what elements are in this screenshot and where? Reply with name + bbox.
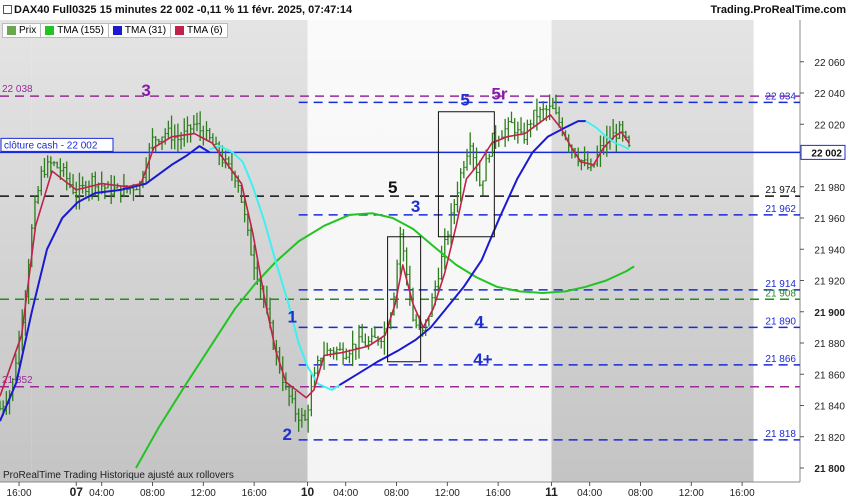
legend-item-tma155[interactable]: TMA (155) <box>41 24 109 37</box>
level-label: 22 038 <box>2 84 33 95</box>
tma155-swatch-icon <box>45 26 55 35</box>
y-tick-label: 21 900 <box>814 308 845 319</box>
x-tick-label: 12:00 <box>435 488 460 499</box>
y-tick-label: 22 060 <box>814 58 845 69</box>
y-tick-label: 21 880 <box>814 339 845 350</box>
x-tick-label: 16:00 <box>7 488 32 499</box>
tma31-swatch-icon <box>112 26 122 35</box>
legend-label: TMA (31) <box>124 25 167 36</box>
legend-label: TMA (6) <box>187 25 223 36</box>
wave-label: 1 <box>288 308 297 327</box>
chart-header-title: DAX40 Full0325 15 minutes 22 002 -0,11 %… <box>14 4 353 16</box>
level-label: clôture cash - 22 002 <box>4 140 98 151</box>
x-tick-label: 10 <box>301 485 315 499</box>
level-label: 21 818 <box>765 429 796 440</box>
level-label: 21 908 <box>765 288 796 299</box>
wave-label: 4+ <box>473 350 492 369</box>
x-tick-label: 08:00 <box>140 488 165 499</box>
wave-label: 5 <box>388 178 397 197</box>
y-tick-label: 21 980 <box>814 183 845 194</box>
y-tick-label: 21 820 <box>814 433 845 444</box>
x-tick-label: 04:00 <box>577 488 602 499</box>
price-swatch-icon <box>7 26 16 35</box>
y-tick-label: 21 840 <box>814 402 845 413</box>
y-tick-label: 21 800 <box>814 464 845 475</box>
chart-background <box>0 20 850 500</box>
x-tick-label: 07 <box>70 485 84 499</box>
legend-label: Prix <box>19 25 37 36</box>
x-tick-label: 16:00 <box>242 488 267 499</box>
x-tick-label: 12:00 <box>191 488 216 499</box>
x-tick-label: 08:00 <box>384 488 409 499</box>
level-label: 21 962 <box>765 204 796 215</box>
wave-label: 2 <box>282 425 291 444</box>
x-tick-label: 08:00 <box>628 488 653 499</box>
price-chart[interactable]: 22 038 22 034 clôture cash - 22 002 21 974 2… <box>0 0 850 500</box>
x-tick-label: 16:00 <box>486 488 511 499</box>
window-menu-icon[interactable] <box>3 5 12 14</box>
wave-label: 5r <box>491 84 507 103</box>
x-tick-label: 16:00 <box>730 488 755 499</box>
x-tick-label: 04:00 <box>89 488 114 499</box>
x-tick-label: 12:00 <box>679 488 704 499</box>
brand-label: Trading.ProRealTime.com <box>710 4 846 16</box>
y-tick-label: 21 860 <box>814 370 845 381</box>
legend-item-prix[interactable]: Prix <box>3 24 42 37</box>
level-label: 22 034 <box>765 91 796 102</box>
wave-label: 3 <box>411 197 420 216</box>
y-tick-label: 22 040 <box>814 89 845 100</box>
indicator-legend: Prix TMA (155) TMA (31) TMA (6) <box>2 23 228 38</box>
y-tick-label: 21 940 <box>814 245 845 256</box>
level-label: 21 866 <box>765 354 796 365</box>
x-tick-label: 11 <box>545 485 558 499</box>
wave-label: 5 <box>460 91 469 110</box>
time-axis-background <box>0 482 850 500</box>
footer-note: ProRealTime Trading Historique ajusté au… <box>3 470 234 481</box>
legend-item-tma31[interactable]: TMA (31) <box>109 24 172 37</box>
tma6-swatch-icon <box>175 26 185 35</box>
level-label: 21 974 <box>765 185 796 196</box>
y-tick-label: 21 920 <box>814 277 845 288</box>
x-tick-label: 04:00 <box>333 488 358 499</box>
wave-label: 4 <box>474 312 484 331</box>
legend-label: TMA (155) <box>57 25 104 36</box>
level-label: 21 890 <box>765 316 796 327</box>
current-price-label: 22 002 <box>811 148 842 159</box>
legend-item-tma6[interactable]: TMA (6) <box>171 24 227 37</box>
y-tick-label: 22 020 <box>814 120 845 131</box>
y-tick-label: 21 960 <box>814 214 845 225</box>
wave-label: 3 <box>141 81 150 100</box>
